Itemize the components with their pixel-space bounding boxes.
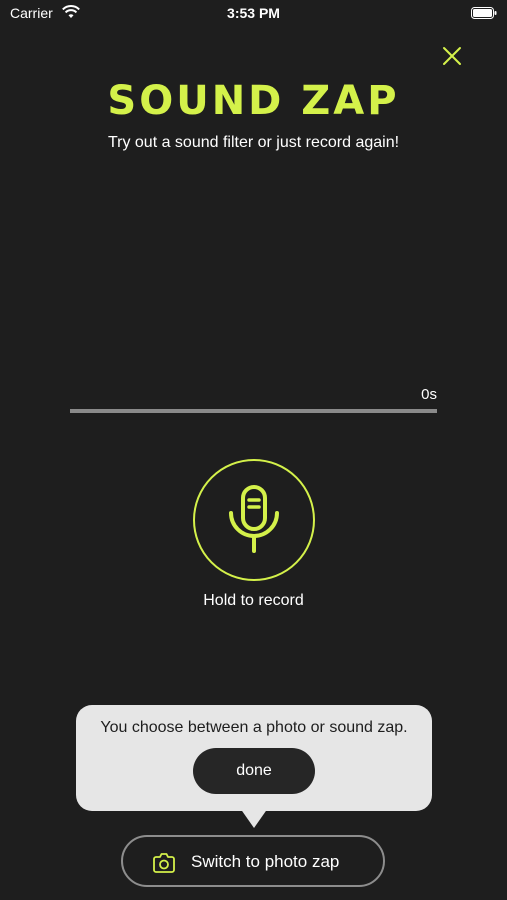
done-button[interactable]: done	[193, 748, 315, 794]
camera-icon	[153, 853, 175, 873]
page-title: SOUND ZAP	[107, 78, 400, 124]
status-time: 3:53 PM	[227, 5, 280, 21]
page-subtitle: Try out a sound filter or just record ag…	[107, 134, 400, 151]
tooltip-arrow	[240, 808, 268, 828]
switch-button-label: Switch to photo zap	[191, 852, 340, 871]
close-icon[interactable]	[440, 44, 464, 68]
hold-to-record-label: Hold to record	[203, 592, 304, 609]
status-bar: Carrier 3:53 PM	[0, 0, 507, 28]
battery-icon	[471, 7, 497, 19]
switch-to-photo-zap-button[interactable]: Switch to photo zap	[121, 835, 385, 887]
recording-progress-bar	[70, 409, 437, 413]
recording-duration: 0s	[421, 386, 437, 403]
tooltip-text: You choose between a photo or sound zap.	[100, 719, 408, 736]
onboarding-tooltip: You choose between a photo or sound zap.…	[76, 705, 432, 811]
microphone-icon	[229, 485, 279, 553]
